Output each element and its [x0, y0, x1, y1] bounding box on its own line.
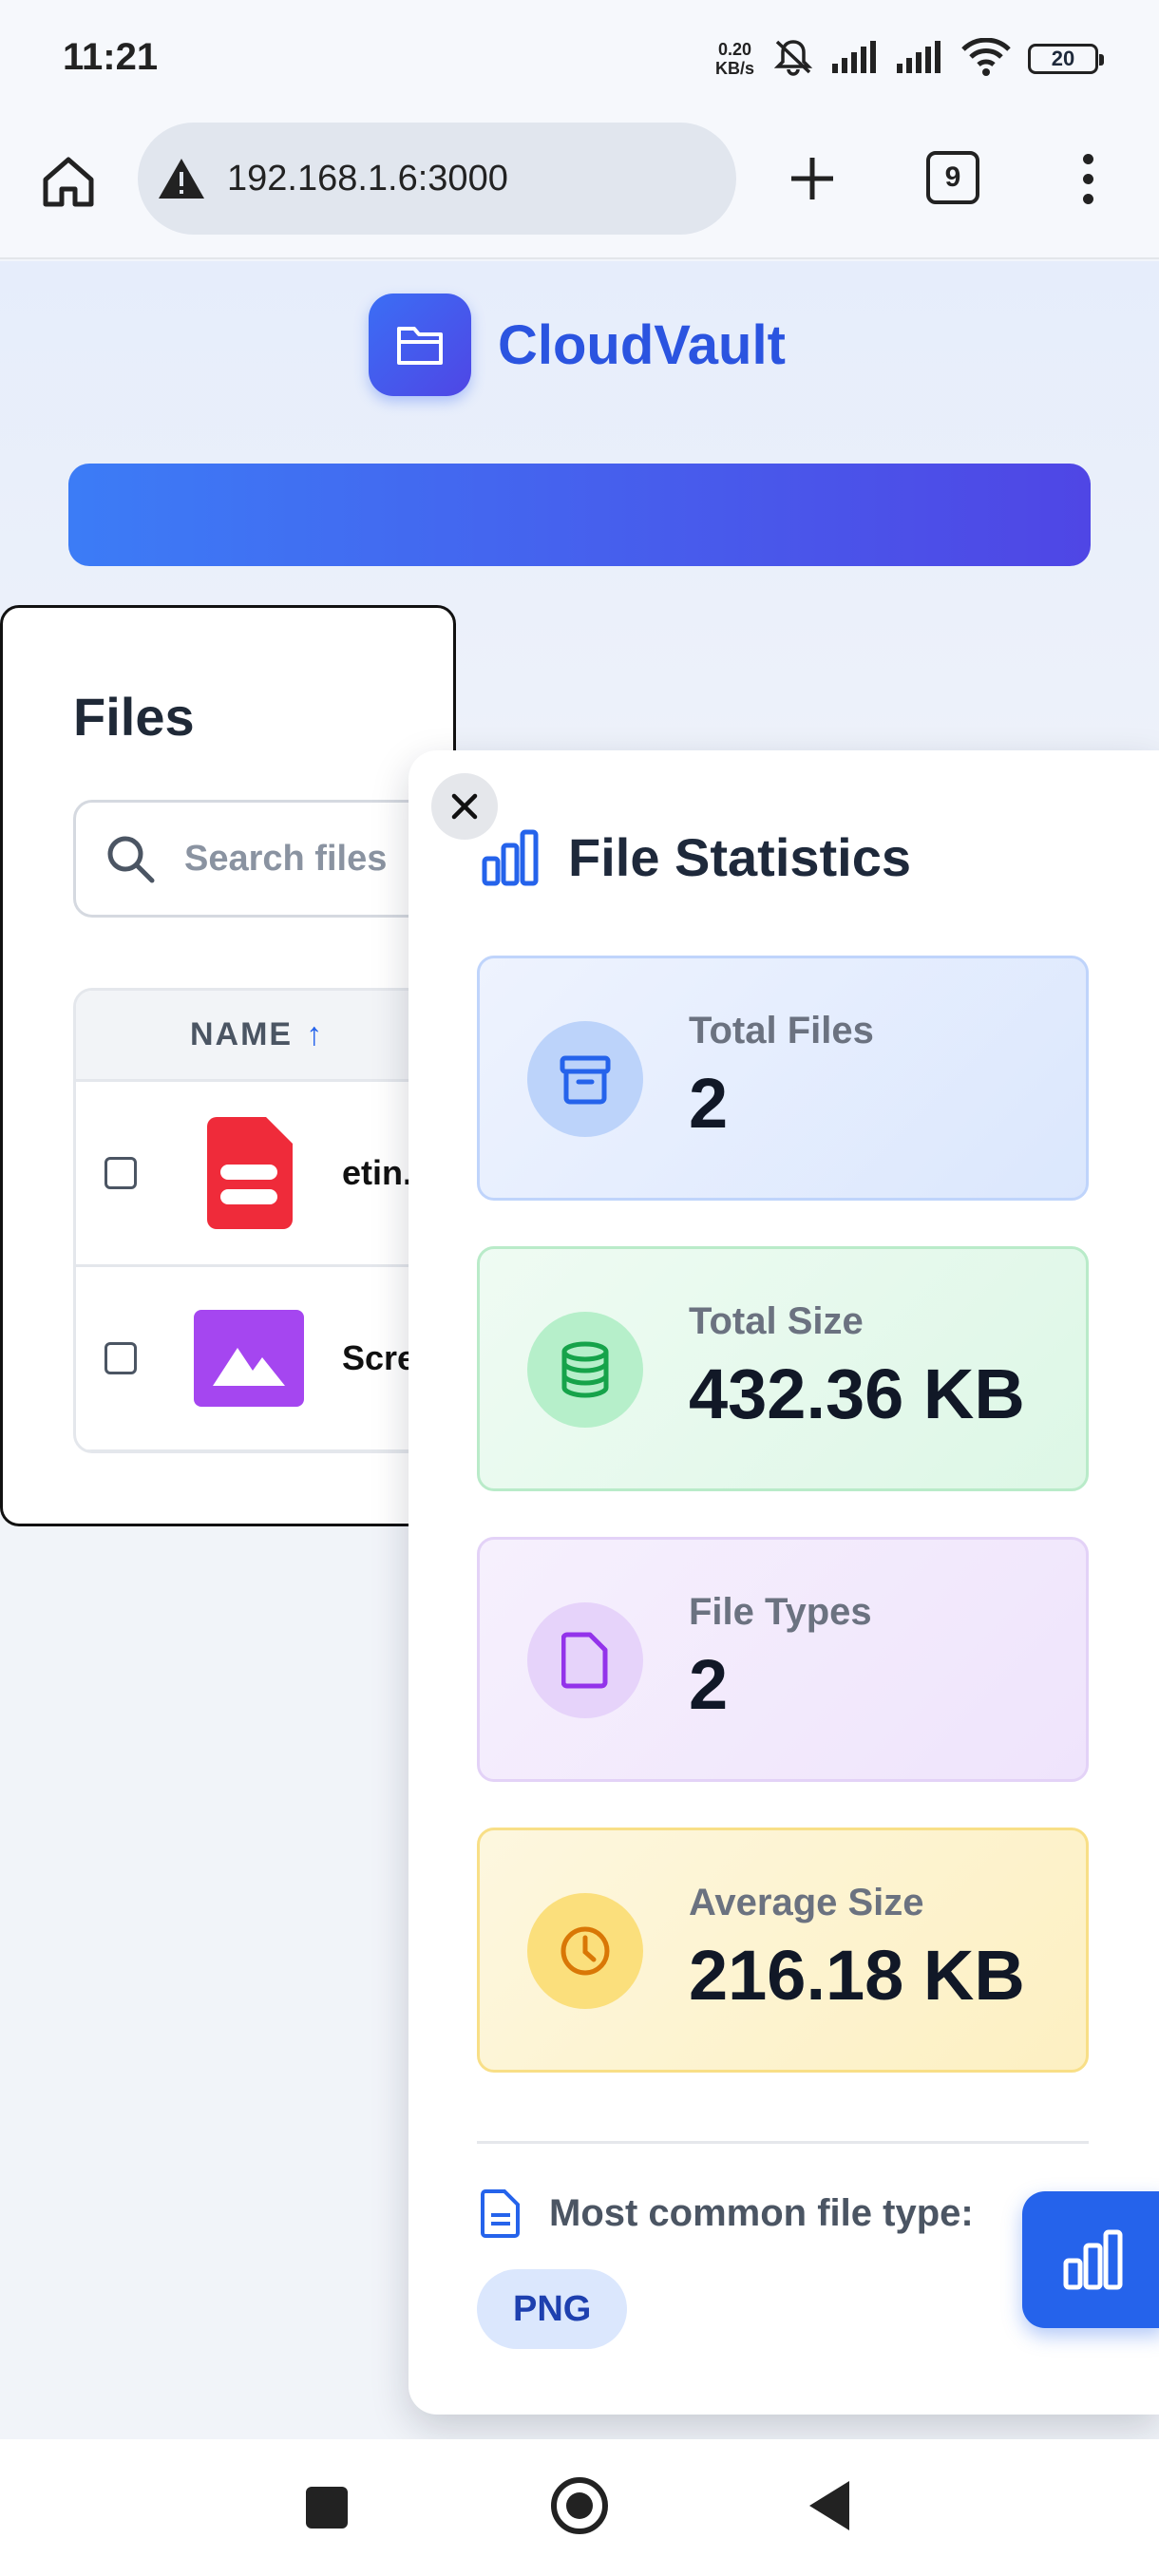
image-file-icon [194, 1310, 304, 1407]
document-icon [527, 1602, 643, 1718]
signal-icon-1 [832, 40, 880, 78]
home-icon [43, 157, 94, 207]
stat-label: File Types [689, 1591, 872, 1633]
most-common-label: Most common file type: [549, 2191, 974, 2234]
warning-icon [159, 159, 204, 199]
upload-button[interactable] [68, 464, 1091, 566]
stat-card-file-types: File Types 2 [477, 1537, 1089, 1782]
pdf-file-icon [207, 1117, 293, 1229]
most-common-type-row: Most common file type: [481, 2188, 974, 2238]
row-checkbox[interactable] [104, 1157, 137, 1189]
archive-icon [527, 1021, 643, 1137]
battery-icon: 20 [1028, 44, 1104, 74]
file-statistics-panel: File Statistics Total Files 2 Total Size… [408, 750, 1159, 2415]
divider [477, 2141, 1089, 2144]
url-text: 192.168.1.6:3000 [227, 158, 508, 199]
bar-chart-icon [482, 829, 539, 885]
page-content: CloudVault Files Search files NAME ↑ eti… [0, 261, 1159, 2439]
statistics-toggle-button[interactable] [1022, 2191, 1159, 2328]
panel-header: File Statistics [481, 826, 911, 888]
status-icons: 0.20 KB/s 20 [715, 30, 1104, 87]
plus-icon [791, 158, 833, 199]
file-type-badge: PNG [477, 2269, 628, 2349]
stat-label: Average Size [689, 1882, 924, 1923]
folder-icon [369, 294, 471, 396]
column-header-name[interactable]: NAME [190, 1016, 293, 1053]
address-bar[interactable]: 192.168.1.6:3000 [138, 123, 736, 235]
recent-apps-button[interactable] [306, 2487, 348, 2529]
sort-ascending-icon[interactable]: ↑ [306, 1016, 322, 1053]
browser-menu-button[interactable] [1059, 145, 1116, 212]
back-button[interactable] [809, 2481, 849, 2530]
tab-switcher-button[interactable]: 9 [926, 151, 979, 204]
search-placeholder: Search files [184, 838, 388, 879]
status-time: 11:21 [63, 36, 159, 78]
tab-count: 9 [944, 161, 961, 193]
network-speed-unit: KB/s [714, 59, 754, 78]
stat-value: 2 [689, 1645, 729, 1724]
stat-card-total-size: Total Size 432.36 KB [477, 1246, 1089, 1491]
database-icon [527, 1312, 643, 1428]
stat-value: 216.18 KB [689, 1936, 1025, 2015]
file-type-badge-label: PNG [513, 2288, 592, 2329]
stat-label: Total Size [689, 1300, 864, 1342]
clock-icon [527, 1893, 643, 2009]
search-icon [107, 836, 155, 883]
file-name[interactable]: Scre [342, 1338, 416, 1378]
stat-value: 2 [689, 1064, 729, 1143]
app-brand[interactable]: CloudVault [369, 294, 786, 396]
new-tab-button[interactable] [779, 145, 846, 212]
close-icon [451, 793, 478, 820]
panel-title: File Statistics [568, 827, 912, 887]
system-navigation-bar [0, 2439, 1159, 2576]
status-bar: 11:21 0.20 KB/s 20 [0, 0, 1159, 119]
network-speed-value: 0.20 [717, 40, 752, 59]
files-title: Files [73, 687, 195, 747]
app-name: CloudVault [498, 313, 786, 376]
file-text-icon [481, 2189, 520, 2238]
home-button[interactable] [38, 151, 99, 212]
home-nav-button[interactable] [551, 2477, 608, 2534]
stat-card-average-size: Average Size 216.18 KB [477, 1828, 1089, 2073]
stat-value: 432.36 KB [689, 1354, 1025, 1433]
battery-level: 20 [1051, 47, 1075, 70]
stat-card-total-files: Total Files 2 [477, 956, 1089, 1201]
stat-label: Total Files [689, 1010, 874, 1051]
mute-icon [771, 38, 815, 81]
file-name[interactable]: etin. [342, 1153, 412, 1193]
files-card: Files Search files NAME ↑ etin. Scre [0, 605, 567, 1526]
browser-toolbar: 192.168.1.6:3000 9 [0, 119, 1159, 259]
bar-chart-icon [1063, 2229, 1123, 2290]
signal-icon-2 [897, 40, 944, 78]
network-speed: 0.20 KB/s [715, 40, 754, 78]
wifi-icon [961, 37, 1011, 81]
row-checkbox[interactable] [104, 1342, 137, 1374]
